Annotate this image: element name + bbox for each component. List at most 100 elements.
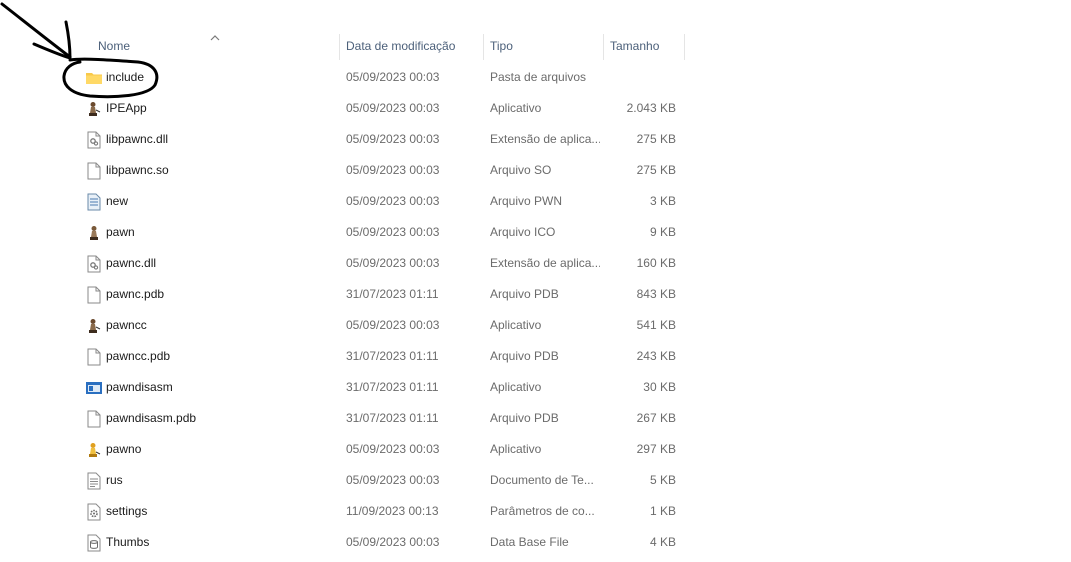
file-row[interactable]: pawncc.pdb 31/07/2023 01:11 Arquivo PDB 243… bbox=[80, 341, 690, 372]
file-size: 5 KB bbox=[649, 473, 676, 487]
file-row[interactable]: pawno 05/09/2023 00:03 Aplicativo 297 KB bbox=[80, 434, 690, 465]
file-modified-date: 05/09/2023 00:03 bbox=[346, 473, 440, 487]
pawn-app-icon bbox=[85, 100, 103, 118]
file-type: Aplicativo bbox=[490, 318, 542, 332]
file-type: Extensão de aplica... bbox=[490, 132, 600, 146]
dll-file-icon bbox=[85, 131, 103, 149]
pawno-app-icon bbox=[85, 441, 103, 459]
pawn-app-icon bbox=[85, 317, 103, 335]
file-name: settings bbox=[106, 504, 148, 518]
column-header-size[interactable]: Tamanho bbox=[610, 32, 659, 60]
column-divider[interactable] bbox=[483, 34, 484, 60]
file-name: include bbox=[106, 70, 145, 84]
column-divider[interactable] bbox=[339, 34, 340, 60]
file-name: pawncc.pdb bbox=[106, 349, 171, 363]
file-modified-date: 31/07/2023 01:11 bbox=[346, 349, 439, 363]
pwn-file-icon bbox=[85, 193, 103, 211]
file-modified-date: 05/09/2023 00:03 bbox=[346, 535, 440, 549]
database-file-icon bbox=[85, 534, 103, 552]
file-modified-date: 05/09/2023 00:03 bbox=[346, 318, 440, 332]
blank-file-icon bbox=[85, 162, 103, 180]
file-name: pawn bbox=[106, 225, 135, 239]
file-type: Pasta de arquivos bbox=[490, 70, 587, 84]
file-size: 2.043 KB bbox=[626, 101, 676, 115]
file-size bbox=[606, 62, 676, 93]
file-size: 275 KB bbox=[636, 163, 676, 177]
column-header-name[interactable]: Nome bbox=[98, 32, 130, 60]
file-name: pawndisasm.pdb bbox=[106, 411, 197, 425]
file-name: IPEApp bbox=[106, 101, 147, 115]
file-name: rus bbox=[106, 473, 123, 487]
file-type: Data Base File bbox=[490, 535, 569, 549]
text-file-icon bbox=[85, 472, 103, 490]
column-header-bar: Nome Data de modificação Tipo Tamanho bbox=[0, 32, 690, 60]
folder-icon bbox=[85, 69, 103, 87]
file-type: Arquivo PDB bbox=[490, 287, 559, 301]
file-size: 1 KB bbox=[649, 504, 676, 518]
file-row[interactable]: Thumbs 05/09/2023 00:03 Data Base File 4 KB bbox=[80, 527, 690, 558]
file-row[interactable]: libpawnc.dll 05/09/2023 00:03 Extensão de … bbox=[80, 124, 690, 155]
pawn-image-icon bbox=[85, 224, 103, 242]
file-type: Arquivo ICO bbox=[490, 225, 556, 239]
file-modified-date: 31/07/2023 01:11 bbox=[346, 287, 439, 301]
file-type: Arquivo SO bbox=[490, 163, 552, 177]
file-row[interactable]: libpawnc.so 05/09/2023 00:03 Arquivo SO 275… bbox=[80, 155, 690, 186]
file-row[interactable]: rus 05/09/2023 00:03 Documento de Te... 5 K… bbox=[80, 465, 690, 496]
file-row[interactable]: pawnc.dll 05/09/2023 00:03 Extensão de apl… bbox=[80, 248, 690, 279]
file-modified-date: 05/09/2023 00:03 bbox=[346, 132, 440, 146]
sort-ascending-icon[interactable] bbox=[209, 32, 221, 42]
file-row[interactable]: pawndisasm.pdb 31/07/2023 01:11 Arquivo PD… bbox=[80, 403, 690, 434]
file-type: Aplicativo bbox=[490, 101, 542, 115]
column-divider[interactable] bbox=[603, 34, 604, 60]
file-modified-date: 31/07/2023 01:11 bbox=[346, 411, 439, 425]
file-name: libpawnc.dll bbox=[106, 132, 169, 146]
dll-file-icon bbox=[85, 255, 103, 273]
file-size: 541 KB bbox=[636, 318, 676, 332]
blank-file-icon bbox=[85, 286, 103, 304]
window-app-icon bbox=[85, 379, 103, 397]
file-modified-date: 05/09/2023 00:03 bbox=[346, 101, 440, 115]
file-type: Parâmetros de co... bbox=[490, 504, 595, 518]
settings-file-icon bbox=[85, 503, 103, 521]
file-size: 9 KB bbox=[649, 225, 676, 239]
file-modified-date: 05/09/2023 00:03 bbox=[346, 70, 440, 84]
file-modified-date: 05/09/2023 00:03 bbox=[346, 442, 440, 456]
file-name: pawncc bbox=[106, 318, 147, 332]
file-size: 297 KB bbox=[636, 442, 676, 456]
file-modified-date: 05/09/2023 00:03 bbox=[346, 256, 440, 270]
file-row[interactable]: pawnc.pdb 31/07/2023 01:11 Arquivo PDB 843 … bbox=[80, 279, 690, 310]
file-name: libpawnc.so bbox=[106, 163, 169, 177]
file-size: 3 KB bbox=[649, 194, 676, 208]
file-modified-date: 05/09/2023 00:03 bbox=[346, 163, 440, 177]
column-divider[interactable] bbox=[684, 34, 685, 60]
file-row[interactable]: include 05/09/2023 00:03 Pasta de arquivos bbox=[80, 62, 690, 93]
file-name: pawndisasm bbox=[106, 380, 173, 394]
column-header-date[interactable]: Data de modificação bbox=[346, 32, 455, 60]
file-row[interactable]: pawn 05/09/2023 00:03 Arquivo ICO 9 KB bbox=[80, 217, 690, 248]
file-size: 267 KB bbox=[636, 411, 676, 425]
blank-file-icon bbox=[85, 410, 103, 428]
blank-file-icon bbox=[85, 348, 103, 366]
file-modified-date: 11/09/2023 00:13 bbox=[346, 504, 439, 518]
file-row[interactable]: pawndisasm 31/07/2023 01:11 Aplicativo 30 K… bbox=[80, 372, 690, 403]
file-type: Aplicativo bbox=[490, 380, 542, 394]
file-size: 843 KB bbox=[636, 287, 676, 301]
file-size: 160 KB bbox=[636, 256, 676, 270]
file-name: pawnc.pdb bbox=[106, 287, 165, 301]
file-row[interactable]: pawncc 05/09/2023 00:03 Aplicativo 541 KB bbox=[80, 310, 690, 341]
file-row[interactable]: new 05/09/2023 00:03 Arquivo PWN 3 KB bbox=[80, 186, 690, 217]
file-row[interactable]: IPEApp 05/09/2023 00:03 Aplicativo 2.043 KB bbox=[80, 93, 690, 124]
file-name: pawnc.dll bbox=[106, 256, 157, 270]
file-row[interactable]: settings 11/09/2023 00:13 Parâmetros de co… bbox=[80, 496, 690, 527]
file-modified-date: 05/09/2023 00:03 bbox=[346, 194, 440, 208]
file-size: 275 KB bbox=[636, 132, 676, 146]
file-type: Extensão de aplica... bbox=[490, 256, 600, 270]
file-type: Aplicativo bbox=[490, 442, 542, 456]
file-modified-date: 31/07/2023 01:11 bbox=[346, 380, 439, 394]
file-type: Arquivo PWN bbox=[490, 194, 563, 208]
file-size: 243 KB bbox=[636, 349, 676, 363]
file-name: new bbox=[106, 194, 129, 208]
file-size: 30 KB bbox=[643, 380, 676, 394]
file-name: Thumbs bbox=[106, 535, 150, 549]
column-header-type[interactable]: Tipo bbox=[490, 32, 513, 60]
